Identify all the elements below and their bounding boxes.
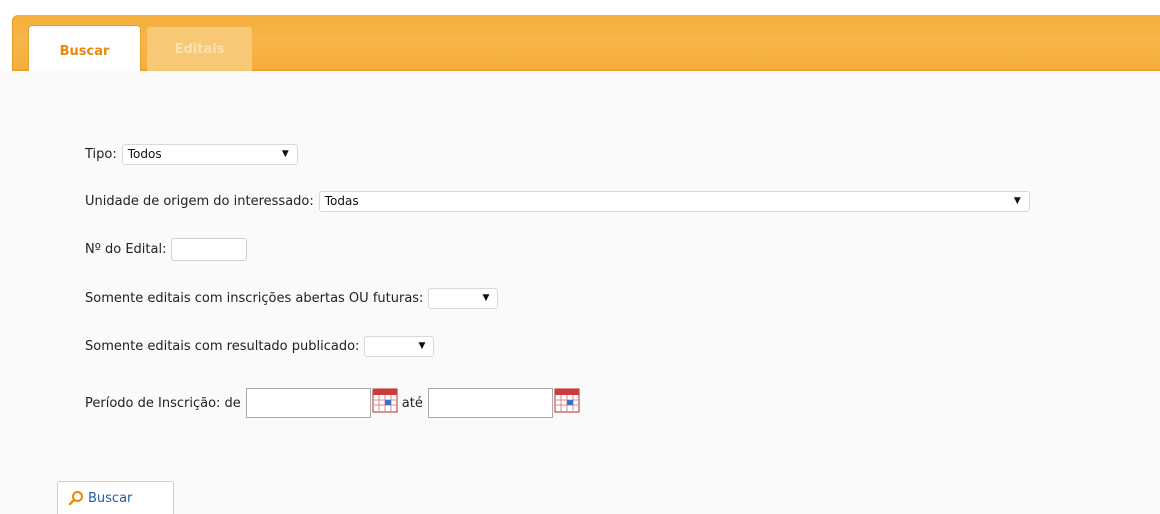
search-icon [68, 491, 83, 506]
periodo-from-input[interactable] [245, 388, 371, 418]
unidade-row: Unidade de origem do interessado: Todas … [85, 189, 1030, 213]
chevron-down-icon: ▼ [482, 293, 490, 303]
periodo-row: Período de Inscrição: de até [85, 388, 582, 418]
unidade-select[interactable]: Todas ▼ [318, 190, 1030, 212]
search-button[interactable]: Buscar [57, 481, 174, 514]
calendar-icon[interactable] [372, 388, 398, 413]
chevron-down-icon: ▼ [281, 149, 289, 159]
unidade-label: Unidade de origem do interessado: [85, 193, 314, 209]
tab-bar: Buscar Editais [12, 15, 1160, 73]
abertas-row: Somente editais com inscrições abertas O… [85, 286, 499, 310]
tipo-select-value: Todos [127, 147, 162, 161]
tab-buscar[interactable]: Buscar [28, 25, 141, 73]
periodo-ate-label: até [401, 395, 423, 411]
calendar-icon[interactable] [554, 388, 580, 413]
abertas-select[interactable]: ▼ [428, 287, 499, 309]
tipo-row: Tipo: Todos ▼ [85, 142, 298, 166]
chevron-down-icon: ▼ [1013, 196, 1021, 206]
search-button-label: Buscar [88, 490, 133, 506]
resultado-label: Somente editais com resultado publicado: [85, 338, 360, 354]
resultado-row: Somente editais com resultado publicado:… [85, 334, 435, 358]
tab-editais[interactable]: Editais [147, 27, 252, 71]
tipo-label: Tipo: [85, 146, 117, 162]
unidade-select-value: Todas [324, 194, 359, 208]
chevron-down-icon: ▼ [418, 341, 426, 351]
numero-input[interactable] [171, 237, 248, 261]
periodo-to-input[interactable] [427, 388, 553, 418]
tipo-select[interactable]: Todos ▼ [121, 143, 298, 165]
periodo-label: Período de Inscrição: de [85, 395, 241, 411]
numero-label: Nº do Edital: [85, 241, 167, 257]
numero-row: Nº do Edital: [85, 237, 248, 261]
abertas-label: Somente editais com inscrições abertas O… [85, 290, 424, 306]
resultado-select[interactable]: ▼ [364, 335, 435, 357]
